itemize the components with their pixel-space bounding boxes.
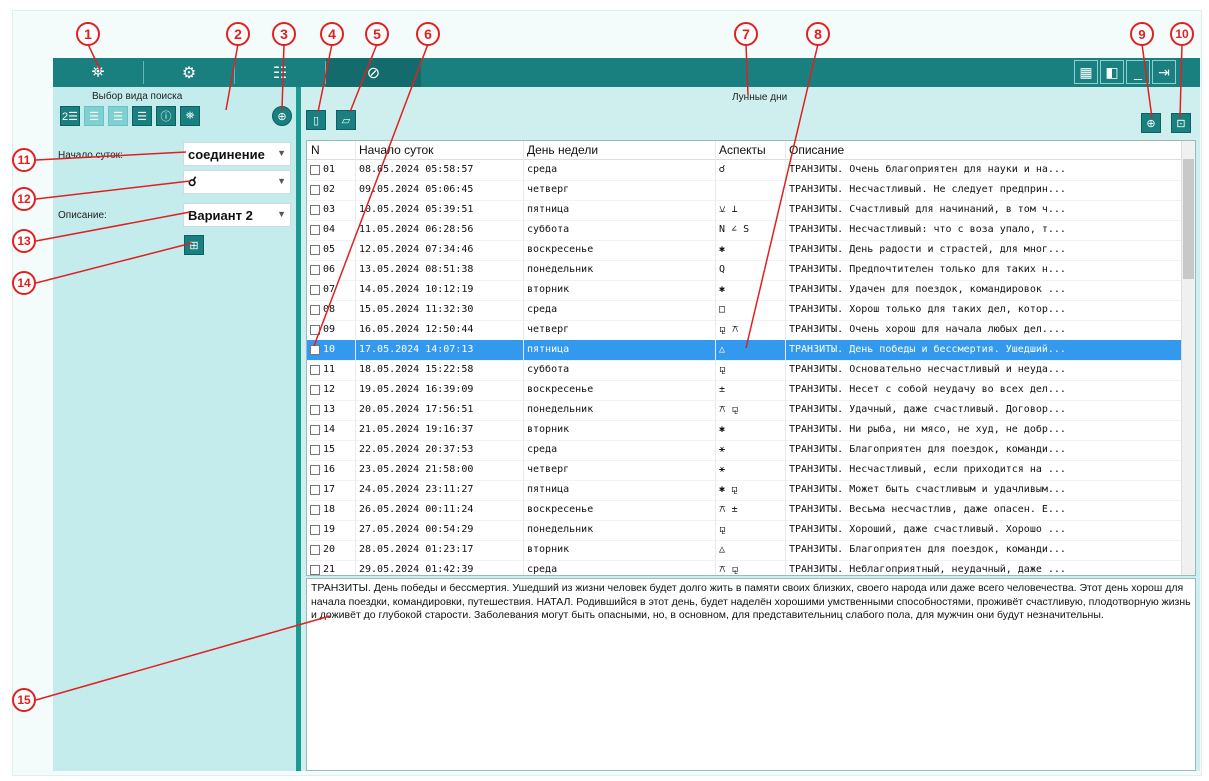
callout-6: 6 (416, 22, 440, 46)
callout-9: 9 (1130, 22, 1154, 46)
callout-10: 10 (1170, 22, 1194, 46)
callout-14: 14 (12, 271, 36, 295)
callout-2: 2 (226, 22, 250, 46)
callout-1: 1 (76, 22, 100, 46)
callout-lines (35, 43, 1183, 701)
callout-5: 5 (365, 22, 389, 46)
callout-15: 15 (12, 688, 36, 712)
callout-12: 12 (12, 187, 36, 211)
callout-11: 11 (12, 148, 36, 172)
callout-7: 7 (734, 22, 758, 46)
callout-8: 8 (806, 22, 830, 46)
callout-13: 13 (12, 229, 36, 253)
callout-3: 3 (272, 22, 296, 46)
callout-4: 4 (320, 22, 344, 46)
